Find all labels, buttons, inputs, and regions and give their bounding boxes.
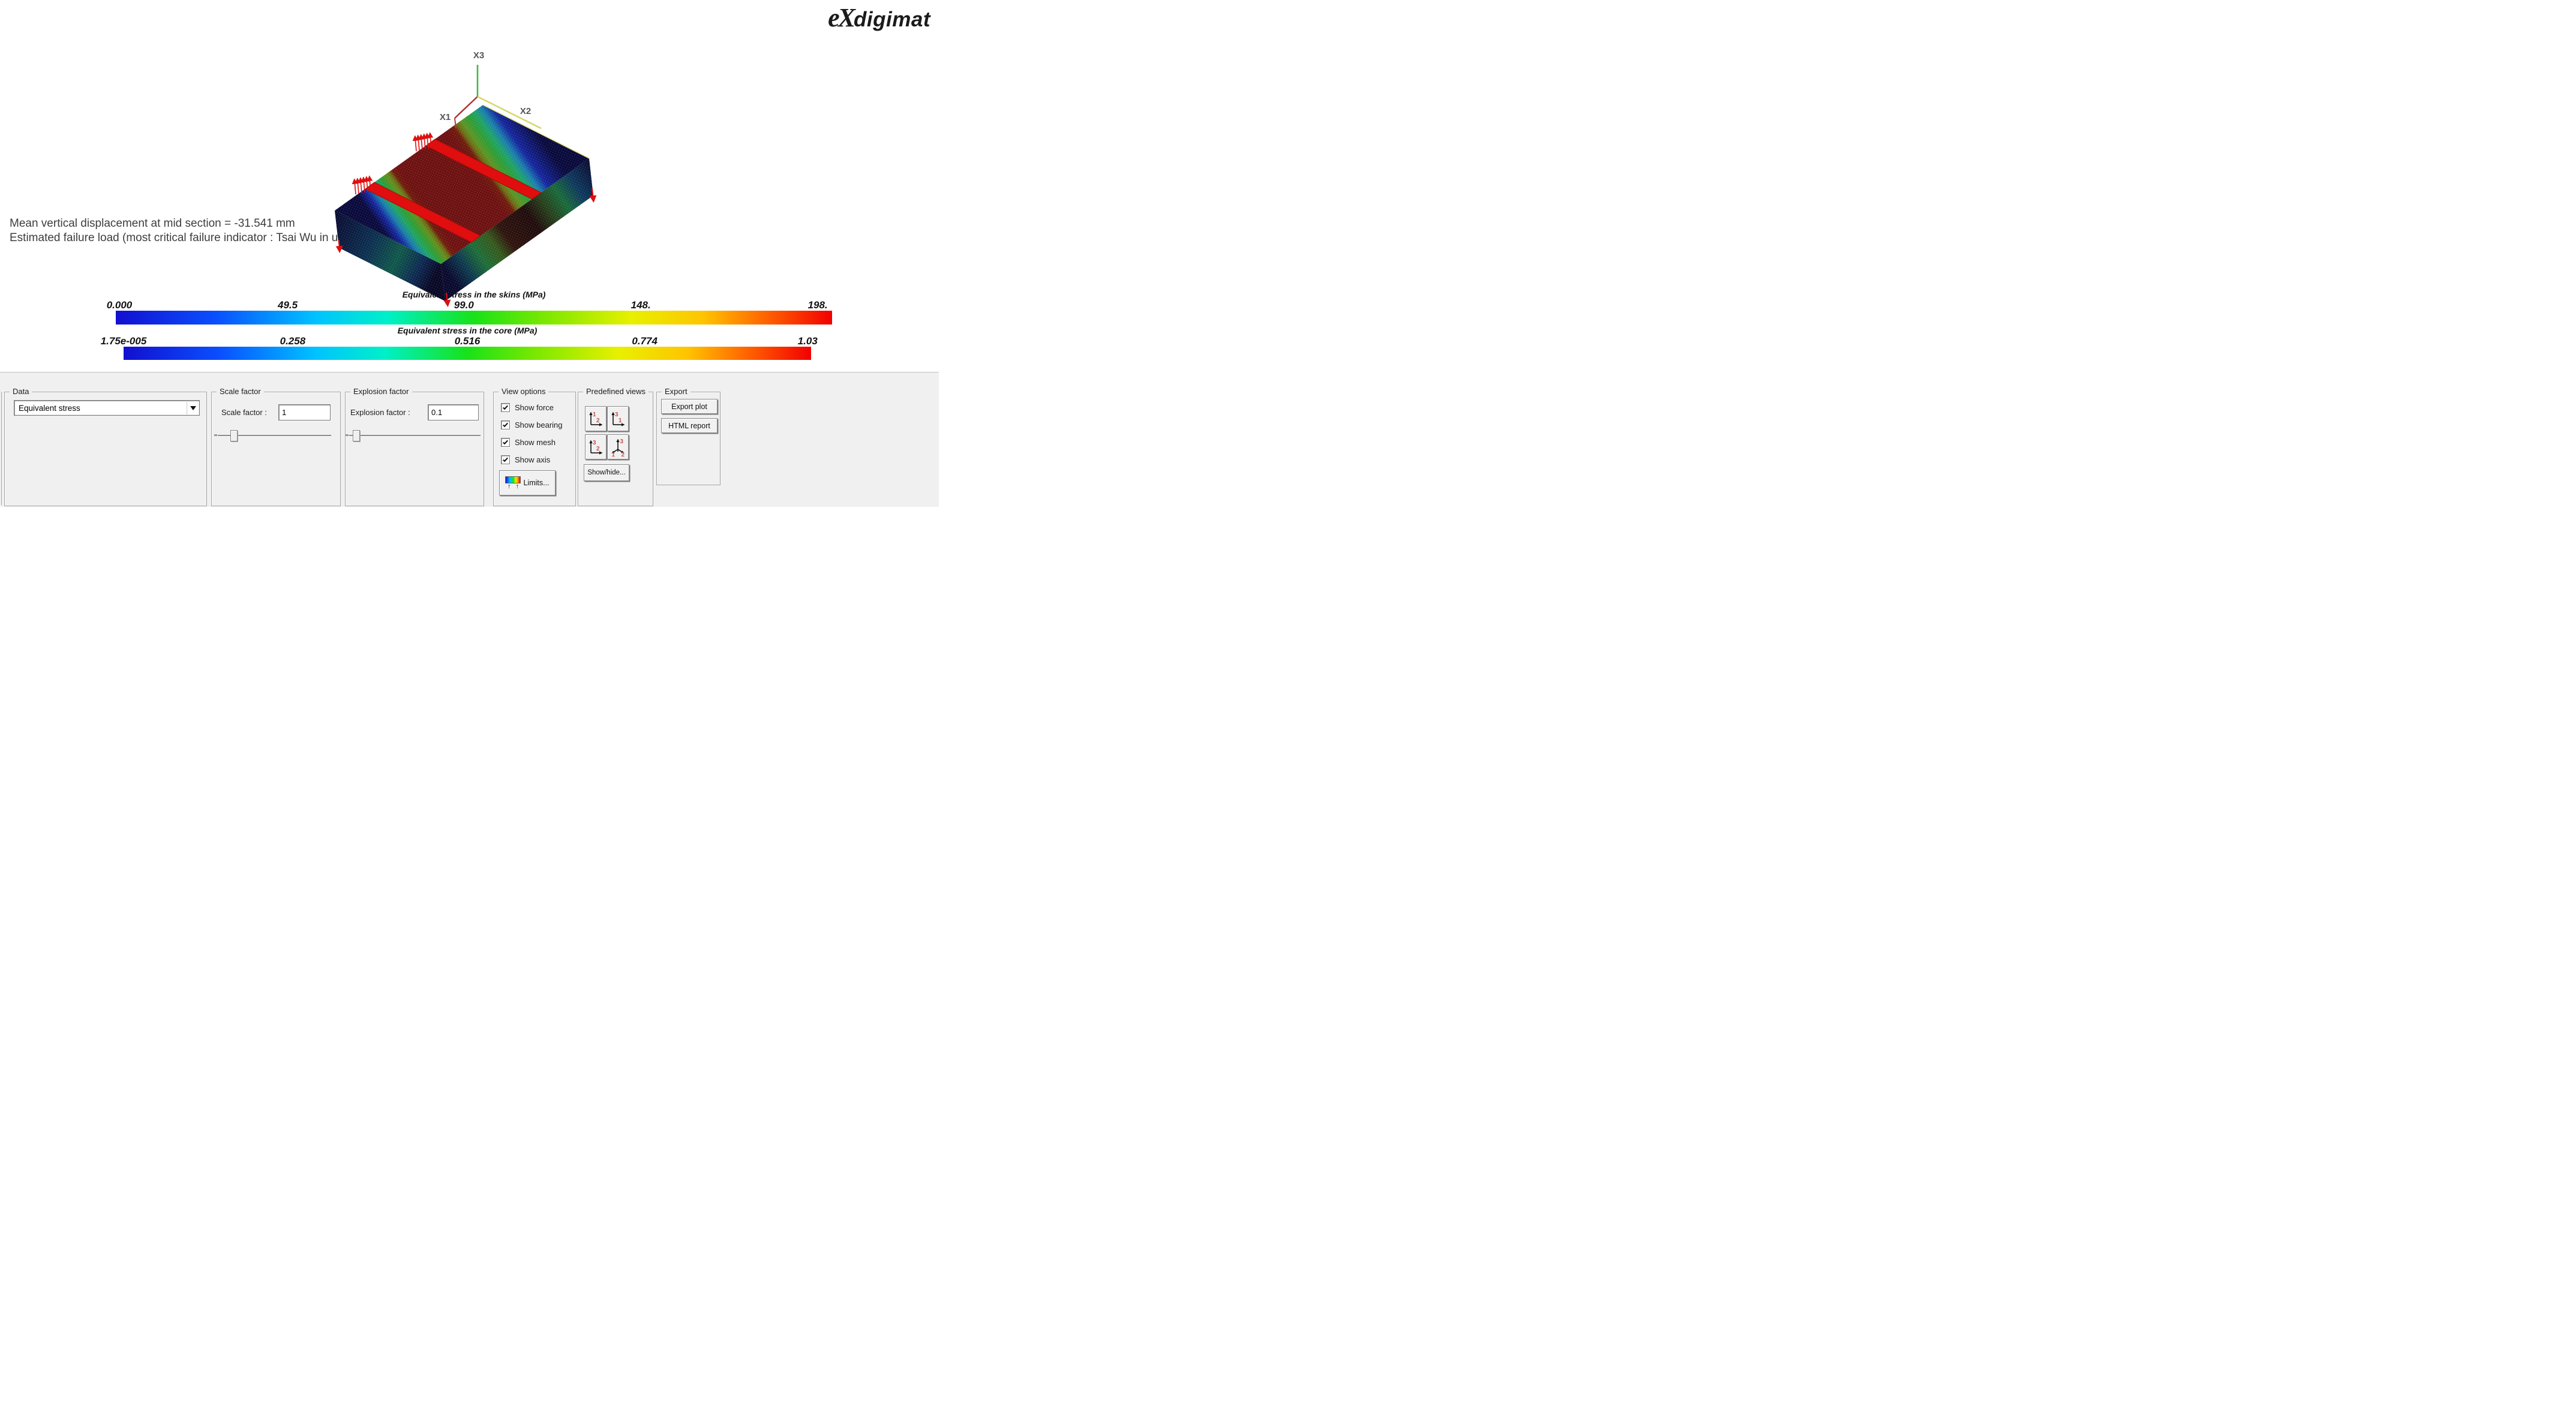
scale-factor-group: Scale factor Scale factor :: [211, 392, 341, 506]
html-report-button[interactable]: HTML report: [661, 418, 717, 433]
view-x3x1-button[interactable]: 3 1: [607, 406, 629, 431]
svg-text:1: 1: [612, 452, 616, 457]
slider-end-nub: [214, 434, 217, 436]
show-axis-label: Show axis: [515, 455, 550, 464]
colorbar-skins-tick: 198.: [808, 299, 828, 311]
show-bearing-checkbox[interactable]: [501, 420, 510, 429]
control-panel: Data Equivalent stress Scale factor Scal…: [0, 372, 939, 507]
dropdown-arrow-icon[interactable]: [187, 401, 199, 415]
export-group-label: Export: [662, 387, 690, 396]
show-force-label: Show force: [515, 403, 554, 412]
slider-track[interactable]: [349, 435, 481, 436]
scale-factor-field-label: Scale factor :: [221, 408, 267, 417]
explosion-factor-group: Explosion factor Explosion factor :: [345, 392, 484, 506]
isometric-axes-icon: 3 1 2: [610, 437, 626, 457]
svg-text:2: 2: [622, 452, 625, 457]
limits-button[interactable]: ↑↑ Limits...: [499, 470, 556, 495]
result-failure-load-text: Estimated failure load (most critical fa…: [10, 232, 454, 245]
export-plot-button[interactable]: Export plot: [661, 399, 717, 414]
data-field-value: Equivalent stress: [14, 404, 187, 413]
colorbar-core-tick: 1.03: [798, 335, 818, 347]
load-strip: [365, 139, 541, 242]
app-window: eXdigimat Mean vertical displacement at …: [0, 0, 939, 512]
view-x3x2-button[interactable]: 3 2: [585, 434, 607, 459]
svg-text:2: 2: [596, 446, 600, 452]
slider-end-nub: [346, 434, 349, 436]
show-mesh-checkbox[interactable]: [501, 438, 510, 447]
svg-text:2: 2: [596, 417, 600, 424]
result-displacement-text: Mean vertical displacement at mid sectio…: [10, 217, 295, 230]
view-options-group: View options Show force Show bearing Sho…: [493, 392, 576, 506]
show-force-checkbox[interactable]: [501, 403, 510, 412]
colorbar-skins-title: Equivalent stress in the skins (MPa): [116, 290, 832, 299]
colorbar-core-tick: 0.516: [455, 335, 481, 347]
view-x1x2-button[interactable]: 1 2: [585, 406, 607, 431]
colorbar-core: Equivalent stress in the core (MPa) 1.75…: [124, 326, 811, 360]
scale-factor-input[interactable]: [278, 404, 331, 420]
colorbar-skins-tick: 148.: [631, 299, 651, 311]
colorbar-core-tick: 0.774: [632, 335, 657, 347]
data-group: Data Equivalent stress: [4, 392, 207, 506]
show-axis-checkbox[interactable]: [501, 455, 510, 464]
data-group-label: Data: [10, 387, 32, 396]
scale-slider-thumb[interactable]: [230, 430, 238, 441]
explosion-factor-slider[interactable]: [349, 429, 481, 441]
colormap-limits-icon: ↑↑: [505, 476, 521, 490]
scale-factor-group-label: Scale factor: [217, 387, 264, 396]
explosion-slider-thumb[interactable]: [353, 430, 360, 441]
axes-view-icon: 1 2: [588, 410, 604, 428]
axis-label-x3: X3: [473, 50, 484, 61]
scale-factor-slider[interactable]: [218, 429, 331, 441]
predefined-views-group: Predefined views 1 2 3 1: [578, 392, 653, 506]
axis-label-x2: X2: [520, 106, 531, 116]
explosion-factor-field-label: Explosion factor :: [350, 408, 410, 417]
predefined-views-group-label: Predefined views: [583, 387, 648, 396]
colorbar-core-title: Equivalent stress in the core (MPa): [124, 326, 811, 335]
colorbar-skins: Equivalent stress in the skins (MPa) 0.0…: [116, 290, 832, 326]
bearing-arrows: [339, 188, 593, 304]
show-hide-button[interactable]: Show/hide...: [584, 464, 629, 481]
colorbar-skins-gradient: [116, 311, 832, 325]
limits-button-label: Limits...: [523, 479, 549, 487]
view-options-group-label: View options: [499, 387, 548, 396]
sandwich-plate-model: [335, 105, 593, 301]
colorbar-core-tick: 1.75e-005: [101, 335, 147, 347]
digimat-logo: eXdigimat: [828, 2, 930, 33]
logo-monogram: eX: [828, 3, 854, 32]
show-hide-button-label: Show/hide...: [587, 469, 625, 476]
colorbar-skins-tick: 99.0: [454, 299, 474, 311]
axis-label-x1: X1: [440, 112, 451, 122]
show-bearing-label: Show bearing: [515, 420, 563, 429]
export-group: Export Export plot HTML report: [656, 392, 720, 485]
colorbar-core-tick: 0.258: [280, 335, 306, 347]
colorbar-skins-tick: 0.000: [107, 299, 133, 311]
explosion-factor-input[interactable]: [428, 404, 479, 420]
explosion-factor-group-label: Explosion factor: [350, 387, 412, 396]
colorbar-skins-tick: 49.5: [278, 299, 298, 311]
axes-view-icon: 3 1: [610, 410, 626, 428]
svg-text:1: 1: [619, 417, 622, 424]
html-report-button-label: HTML report: [668, 422, 710, 430]
axes-view-icon: 3 2: [588, 438, 604, 456]
axis-triad: X3 X1 X2: [440, 50, 541, 128]
colorbar-core-gradient: [124, 347, 811, 360]
svg-text:3: 3: [620, 438, 624, 445]
show-mesh-label: Show mesh: [515, 438, 556, 447]
logo-name: digimat: [854, 8, 930, 31]
view-isometric-button[interactable]: 3 1 2: [607, 434, 629, 459]
data-field-dropdown[interactable]: Equivalent stress: [14, 400, 200, 416]
export-plot-button-label: Export plot: [671, 402, 707, 411]
force-arrows: [355, 135, 431, 194]
panel-left-edge: [1, 392, 2, 505]
